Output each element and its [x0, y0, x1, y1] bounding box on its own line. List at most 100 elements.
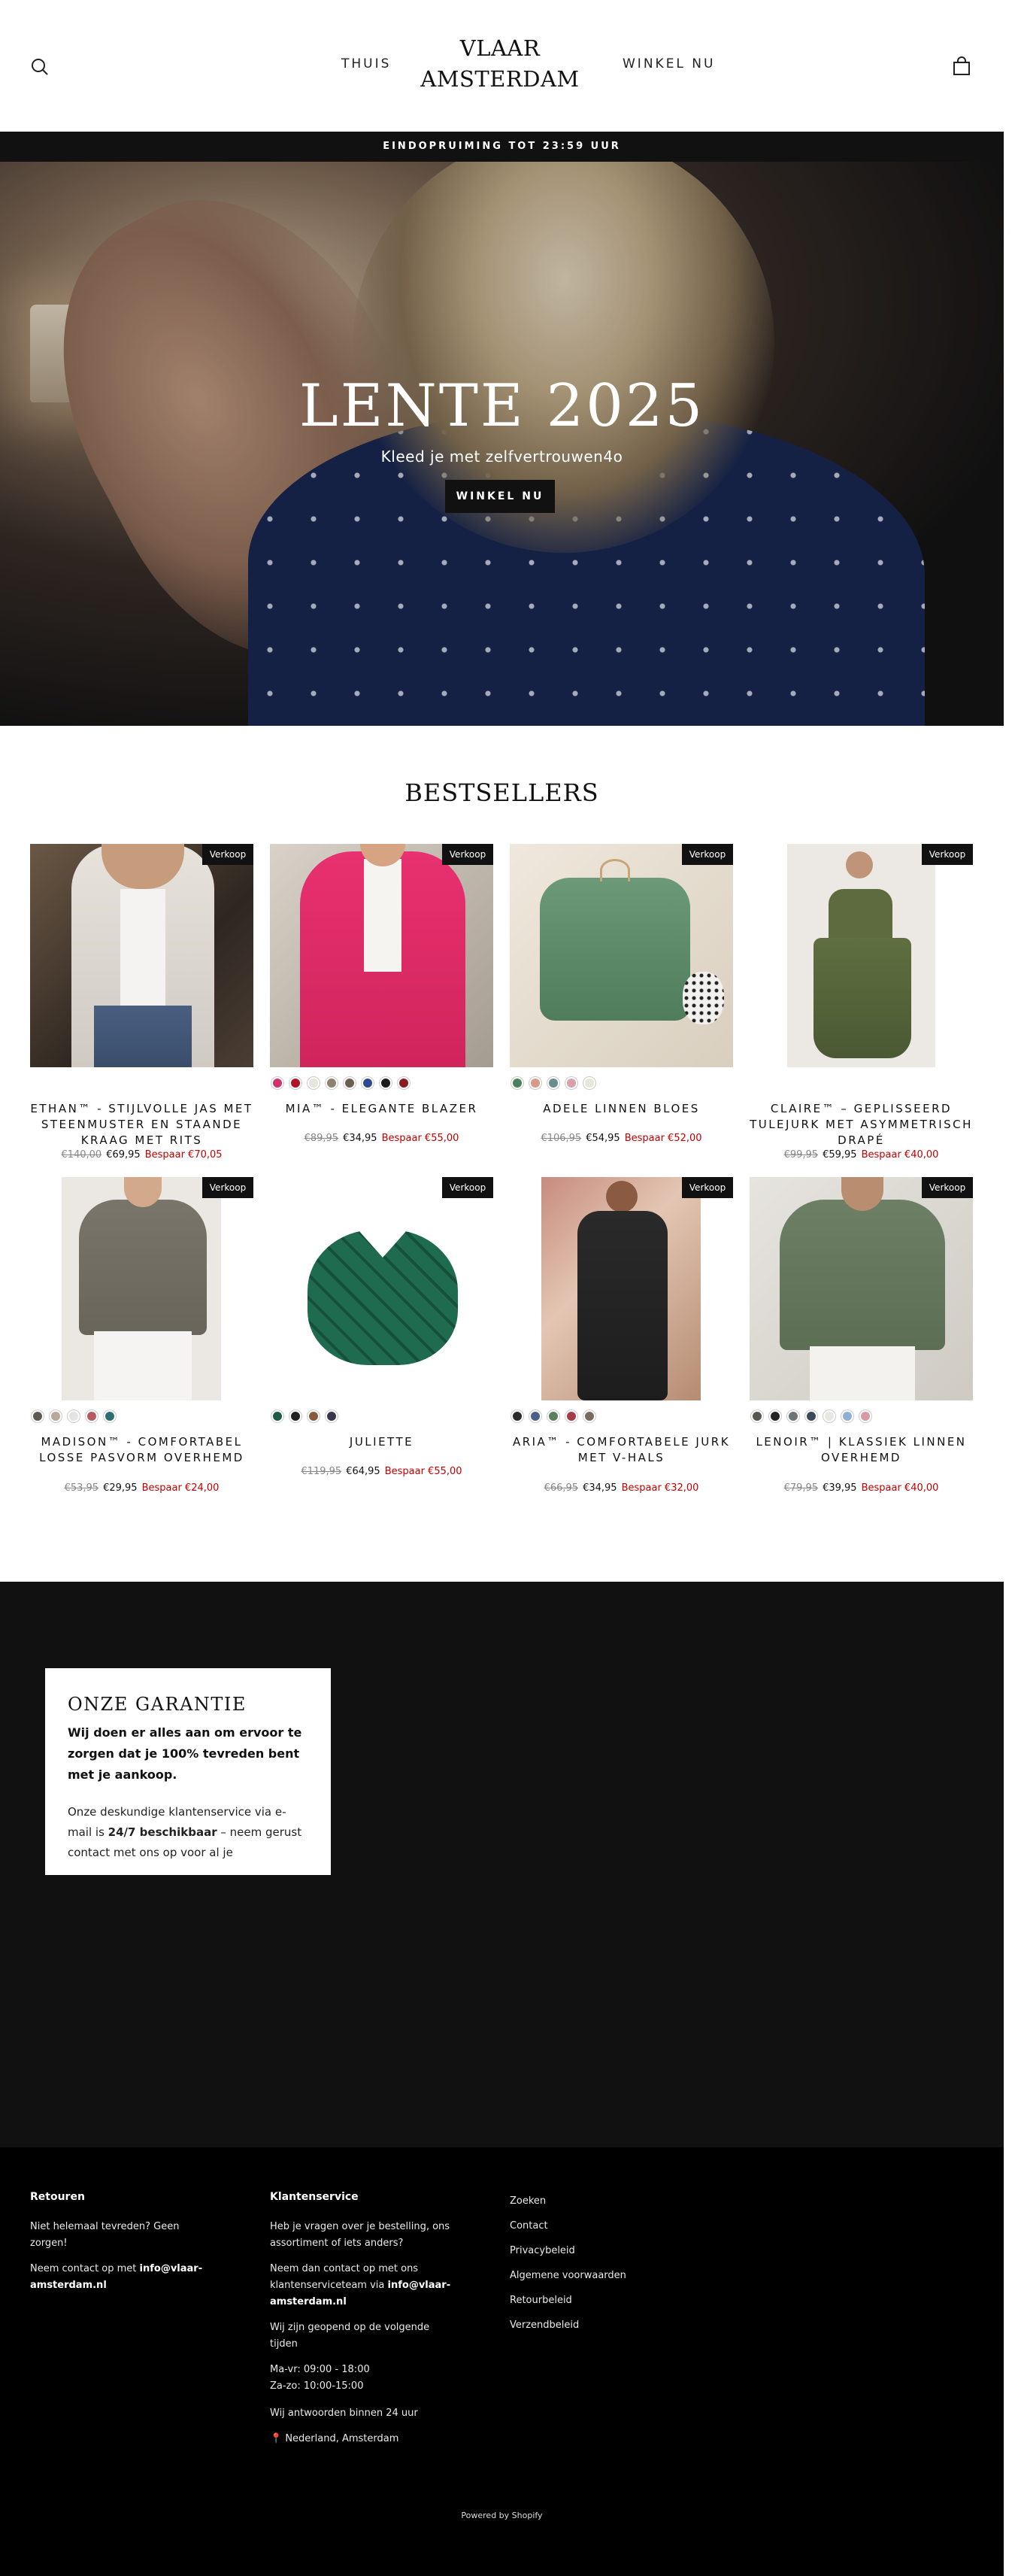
color-swatch[interactable] — [271, 1410, 283, 1422]
footer-link-shipping[interactable]: Verzendbeleid — [510, 2313, 690, 2338]
footer-link-search[interactable]: Zoeken — [510, 2189, 690, 2213]
shopping-bag-icon[interactable] — [950, 56, 973, 78]
color-swatch[interactable] — [547, 1077, 559, 1089]
color-swatch[interactable] — [841, 1410, 853, 1422]
color-swatch[interactable] — [398, 1077, 410, 1089]
product-name[interactable]: MADISON™ - COMFORTABEL LOSSE PASVORM OVE… — [30, 1434, 253, 1466]
color-swatch[interactable] — [380, 1077, 392, 1089]
site-logo[interactable]: VLAAR AMSTERDAM — [406, 33, 594, 95]
search-icon[interactable] — [29, 56, 51, 78]
guarantee-title: ONZE GARANTIE — [68, 1694, 247, 1715]
color-swatch[interactable] — [859, 1410, 871, 1422]
product-name[interactable]: ADELE LINNEN BLOES — [510, 1101, 733, 1117]
product-image[interactable]: Verkoop — [30, 844, 253, 1067]
product-price: €66,95 €34,95 Bespaar €32,00 — [510, 1482, 733, 1494]
color-swatch[interactable] — [511, 1410, 523, 1422]
footer-location: 📍 Nederland, Amsterdam — [270, 2431, 458, 2447]
product-image[interactable]: Verkoop — [270, 1177, 493, 1400]
old-price: €99,95 — [783, 1149, 819, 1161]
color-swatches[interactable] — [271, 1410, 338, 1422]
old-price: €79,95 — [783, 1482, 819, 1494]
old-price: €119,95 — [301, 1466, 342, 1477]
footer-link-returns[interactable]: Retourbeleid — [510, 2288, 690, 2313]
color-swatch[interactable] — [511, 1077, 523, 1089]
product-price: €89,95 €34,95 Bespaar €55,00 — [270, 1133, 493, 1144]
color-swatch[interactable] — [289, 1077, 301, 1089]
savings: Bespaar €52,00 — [624, 1133, 702, 1144]
sale-badge: Verkoop — [922, 1177, 973, 1198]
nav-link-home[interactable]: THUIS — [341, 56, 391, 71]
product-name[interactable]: CLAIRE™ – GEPLISSEERD TULEJURK MET ASYMM… — [750, 1101, 973, 1148]
footer-service-heading: Klantenservice — [270, 2191, 359, 2203]
color-swatch[interactable] — [344, 1077, 356, 1089]
color-swatch[interactable] — [362, 1077, 374, 1089]
color-swatch[interactable] — [805, 1410, 817, 1422]
color-swatch[interactable] — [547, 1410, 559, 1422]
product-image[interactable]: Verkoop — [750, 1177, 973, 1400]
product-image[interactable]: Verkoop — [270, 844, 493, 1067]
color-swatches[interactable] — [271, 1077, 410, 1089]
old-price: €53,95 — [64, 1482, 99, 1494]
site-header: THUIS VLAAR AMSTERDAM WINKEL NU — [0, 0, 1004, 132]
color-swatches[interactable] — [32, 1410, 116, 1422]
color-swatch[interactable] — [529, 1077, 541, 1089]
color-swatch[interactable] — [565, 1077, 577, 1089]
footer-link-terms[interactable]: Algemene voorwaarden — [510, 2263, 690, 2288]
product-price: €53,95 €29,95 Bespaar €24,00 — [30, 1482, 253, 1494]
color-swatch[interactable] — [308, 1077, 320, 1089]
color-swatch[interactable] — [68, 1410, 80, 1422]
color-swatch[interactable] — [271, 1077, 283, 1089]
color-swatch[interactable] — [326, 1077, 338, 1089]
hours-weekdays: Ma-vr: 09:00 - 18:00 — [270, 2364, 370, 2375]
product-image[interactable]: Verkoop — [510, 844, 733, 1067]
color-swatch[interactable] — [751, 1410, 763, 1422]
sale-badge: Verkoop — [202, 844, 253, 865]
footer-service-hours-label: Wij zijn geopend op de volgende tijden — [270, 2322, 430, 2350]
guarantee-lead: Wij doen er alles aan om ervoor te zorge… — [68, 1725, 302, 1782]
color-swatch[interactable] — [308, 1410, 320, 1422]
color-swatch[interactable] — [326, 1410, 338, 1422]
bestsellers-title: BESTSELLERS — [404, 778, 599, 807]
product-image[interactable]: Verkoop — [510, 1177, 733, 1400]
footer-link-privacy[interactable]: Privacybeleid — [510, 2238, 690, 2263]
old-price: €106,95 — [541, 1133, 582, 1144]
color-swatch[interactable] — [50, 1410, 62, 1422]
color-swatches[interactable] — [751, 1410, 871, 1422]
footer-service: Klantenservice Heb je vragen over je bes… — [270, 2189, 458, 2456]
footer-returns-heading: Retouren — [30, 2191, 85, 2203]
product-name[interactable]: MIA™ - ELEGANTE BLAZER — [270, 1101, 493, 1117]
sale-price: €69,95 — [106, 1149, 141, 1161]
product-name[interactable]: ETHAN™ - STIJLVOLLE JAS MET STEENMUSTER … — [30, 1101, 253, 1148]
footer-location-text: Nederland, Amsterdam — [285, 2433, 399, 2444]
product-image[interactable]: Verkoop — [30, 1177, 253, 1400]
product-name[interactable]: JULIETTE — [270, 1434, 493, 1450]
color-swatch[interactable] — [769, 1410, 781, 1422]
announcement-bar: EINDOPRUIMING TOT 23:59 UUR — [0, 132, 1004, 162]
footer-service-hours: Ma-vr: 09:00 - 18:00 Za-zo: 10:00-15:00 — [270, 2362, 458, 2395]
product-image[interactable]: Verkoop — [750, 844, 973, 1067]
color-swatch[interactable] — [529, 1410, 541, 1422]
savings: Bespaar €55,00 — [384, 1466, 462, 1477]
color-swatch[interactable] — [565, 1410, 577, 1422]
color-swatch[interactable] — [289, 1410, 301, 1422]
sale-price: €64,95 — [346, 1466, 380, 1477]
product-name[interactable]: ARIA™ - COMFORTABELE JURK MET V-HALS — [510, 1434, 733, 1466]
color-swatch[interactable] — [86, 1410, 98, 1422]
guarantee-body: Onze deskundige klantenservice via e-mai… — [68, 1802, 310, 1863]
hero-banner[interactable]: LENTE 2025 Kleed je met zelfvertrouwen4o… — [0, 162, 1004, 726]
color-swatches[interactable] — [511, 1077, 595, 1089]
color-swatch[interactable] — [823, 1410, 835, 1422]
savings: Bespaar €70,05 — [144, 1149, 223, 1161]
hero-shop-button[interactable]: WINKEL NU — [445, 480, 555, 513]
product-name[interactable]: LENOIR™ | KLASSIEK LINNEN OVERHEMD — [750, 1434, 973, 1466]
nav-link-shop[interactable]: WINKEL NU — [623, 56, 715, 71]
color-swatch[interactable] — [583, 1077, 595, 1089]
color-swatch[interactable] — [787, 1410, 799, 1422]
hero-overlay — [0, 162, 1004, 726]
powered-by-shopify[interactable]: Powered by Shopify — [0, 2511, 1004, 2520]
color-swatches[interactable] — [511, 1410, 595, 1422]
color-swatch[interactable] — [32, 1410, 44, 1422]
footer-link-contact[interactable]: Contact — [510, 2213, 690, 2238]
color-swatch[interactable] — [104, 1410, 116, 1422]
color-swatch[interactable] — [583, 1410, 595, 1422]
